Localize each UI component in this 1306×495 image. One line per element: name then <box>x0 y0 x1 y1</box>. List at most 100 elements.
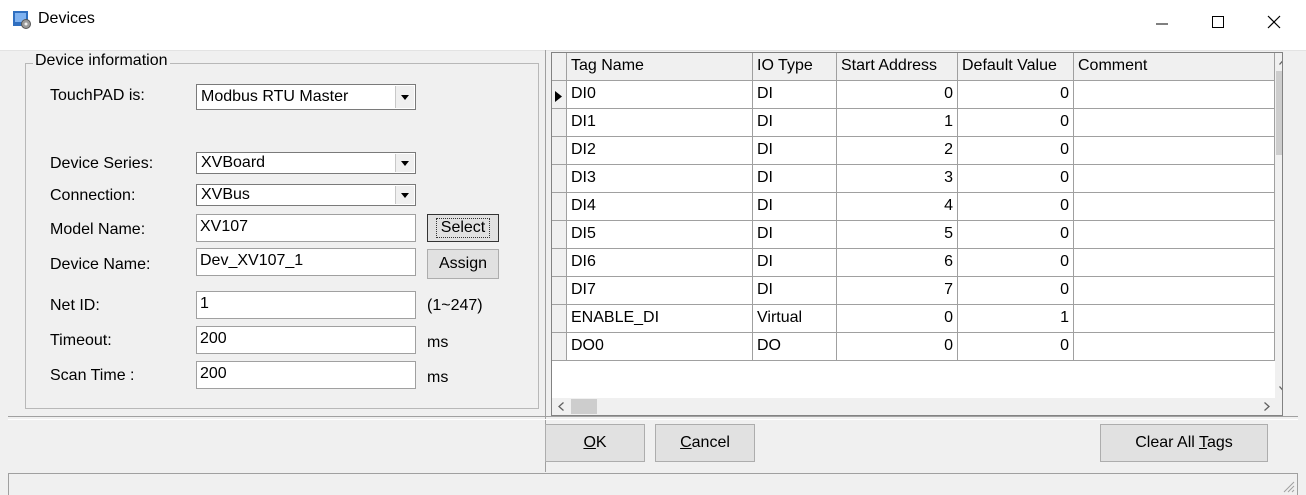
comment-cell[interactable] <box>1074 249 1275 277</box>
row-selector[interactable] <box>552 277 567 305</box>
tag-name-cell[interactable]: DI4 <box>567 193 753 221</box>
row-selector[interactable] <box>552 221 567 249</box>
ok-button[interactable]: OK <box>545 424 645 462</box>
row-selector[interactable] <box>552 305 567 333</box>
default-value-cell[interactable]: 0 <box>958 221 1074 249</box>
net-id-field[interactable]: 1 <box>196 291 416 319</box>
col-header-start-address[interactable]: Start Address <box>837 53 958 81</box>
col-header-comment[interactable]: Comment <box>1074 53 1275 81</box>
resize-grip-icon[interactable] <box>1281 479 1295 493</box>
io-type-cell[interactable]: DI <box>753 109 837 137</box>
comment-cell[interactable] <box>1074 333 1275 361</box>
assign-button[interactable]: Assign <box>427 249 499 279</box>
table-row[interactable]: DI5 DI 5 0 <box>552 221 1275 249</box>
device-series-select[interactable]: XVBoard <box>196 152 416 174</box>
connection-select[interactable]: XVBus <box>196 184 416 206</box>
default-value-cell[interactable]: 0 <box>958 193 1074 221</box>
scroll-left-icon[interactable] <box>552 398 569 415</box>
default-value-cell[interactable]: 0 <box>958 165 1074 193</box>
tag-name-cell[interactable]: DO0 <box>567 333 753 361</box>
start-address-cell[interactable]: 0 <box>837 333 958 361</box>
table-row[interactable]: DO0 DO 0 0 <box>552 333 1275 361</box>
tags-grid[interactable]: Tag Name IO Type Start Address Default V… <box>551 52 1283 416</box>
panel-splitter[interactable] <box>545 50 546 472</box>
chevron-down-icon[interactable] <box>395 186 414 204</box>
tag-name-cell[interactable]: DI3 <box>567 165 753 193</box>
comment-cell[interactable] <box>1074 221 1275 249</box>
start-address-cell[interactable]: 1 <box>837 109 958 137</box>
col-header-tag-name[interactable]: Tag Name <box>567 53 753 81</box>
comment-cell[interactable] <box>1074 165 1275 193</box>
comment-cell[interactable] <box>1074 305 1275 333</box>
table-row[interactable]: DI7 DI 7 0 <box>552 277 1275 305</box>
start-address-cell[interactable]: 2 <box>837 137 958 165</box>
io-type-cell[interactable]: DI <box>753 249 837 277</box>
horizontal-scroll-thumb[interactable] <box>571 399 597 414</box>
default-value-cell[interactable]: 0 <box>958 333 1074 361</box>
start-address-cell[interactable]: 5 <box>837 221 958 249</box>
scroll-up-icon[interactable] <box>1275 53 1282 70</box>
io-type-cell[interactable]: Virtual <box>753 305 837 333</box>
table-row[interactable]: DI0 DI 0 0 <box>552 81 1275 109</box>
close-button[interactable] <box>1246 0 1302 44</box>
chevron-down-icon[interactable] <box>395 154 414 172</box>
timeout-field[interactable]: 200 <box>196 326 416 354</box>
start-address-cell[interactable]: 3 <box>837 165 958 193</box>
table-row[interactable]: DI3 DI 3 0 <box>552 165 1275 193</box>
default-value-cell[interactable]: 0 <box>958 137 1074 165</box>
io-type-cell[interactable]: DI <box>753 137 837 165</box>
start-address-cell[interactable]: 0 <box>837 81 958 109</box>
start-address-cell[interactable]: 6 <box>837 249 958 277</box>
device-name-field[interactable]: Dev_XV107_1 <box>196 248 416 276</box>
io-type-cell[interactable]: DI <box>753 165 837 193</box>
io-type-cell[interactable]: DI <box>753 221 837 249</box>
model-name-field[interactable]: XV107 <box>196 214 416 242</box>
default-value-cell[interactable]: 0 <box>958 277 1074 305</box>
row-selector[interactable] <box>552 109 567 137</box>
tag-name-cell[interactable]: DI1 <box>567 109 753 137</box>
comment-cell[interactable] <box>1074 81 1275 109</box>
tag-name-cell[interactable]: DI7 <box>567 277 753 305</box>
touchpad-mode-select[interactable]: Modbus RTU Master <box>196 84 416 110</box>
comment-cell[interactable] <box>1074 193 1275 221</box>
scan-time-field[interactable]: 200 <box>196 361 416 389</box>
vertical-scrollbar[interactable] <box>1275 53 1282 398</box>
default-value-cell[interactable]: 0 <box>958 249 1074 277</box>
default-value-cell[interactable]: 0 <box>958 81 1074 109</box>
table-row[interactable]: ENABLE_DI Virtual 0 1 <box>552 305 1275 333</box>
tag-name-cell[interactable]: ENABLE_DI <box>567 305 753 333</box>
default-value-cell[interactable]: 1 <box>958 305 1074 333</box>
row-selector[interactable] <box>552 165 567 193</box>
scroll-right-icon[interactable] <box>1258 398 1275 415</box>
col-header-default-value[interactable]: Default Value <box>958 53 1074 81</box>
table-row[interactable]: DI4 DI 4 0 <box>552 193 1275 221</box>
tag-name-cell[interactable]: DI5 <box>567 221 753 249</box>
default-value-cell[interactable]: 0 <box>958 109 1074 137</box>
start-address-cell[interactable]: 4 <box>837 193 958 221</box>
row-selector[interactable] <box>552 249 567 277</box>
select-button[interactable]: Select <box>427 214 499 242</box>
row-selector[interactable] <box>552 333 567 361</box>
horizontal-scrollbar[interactable] <box>552 398 1275 415</box>
start-address-cell[interactable]: 7 <box>837 277 958 305</box>
row-selector[interactable] <box>552 193 567 221</box>
cancel-button[interactable]: Cancel <box>655 424 755 462</box>
io-type-cell[interactable]: DO <box>753 333 837 361</box>
clear-all-tags-button[interactable]: Clear All Tags <box>1100 424 1268 462</box>
comment-cell[interactable] <box>1074 109 1275 137</box>
io-type-cell[interactable]: DI <box>753 277 837 305</box>
maximize-button[interactable] <box>1190 0 1246 44</box>
row-selector[interactable] <box>552 137 567 165</box>
table-row[interactable]: DI2 DI 2 0 <box>552 137 1275 165</box>
chevron-down-icon[interactable] <box>395 86 414 108</box>
io-type-cell[interactable]: DI <box>753 193 837 221</box>
tag-name-cell[interactable]: DI0 <box>567 81 753 109</box>
comment-cell[interactable] <box>1074 137 1275 165</box>
comment-cell[interactable] <box>1074 277 1275 305</box>
vertical-scroll-thumb[interactable] <box>1276 71 1282 155</box>
scroll-down-icon[interactable] <box>1275 380 1282 397</box>
table-row[interactable]: DI1 DI 1 0 <box>552 109 1275 137</box>
start-address-cell[interactable]: 0 <box>837 305 958 333</box>
table-row[interactable]: DI6 DI 6 0 <box>552 249 1275 277</box>
minimize-button[interactable] <box>1134 0 1190 44</box>
